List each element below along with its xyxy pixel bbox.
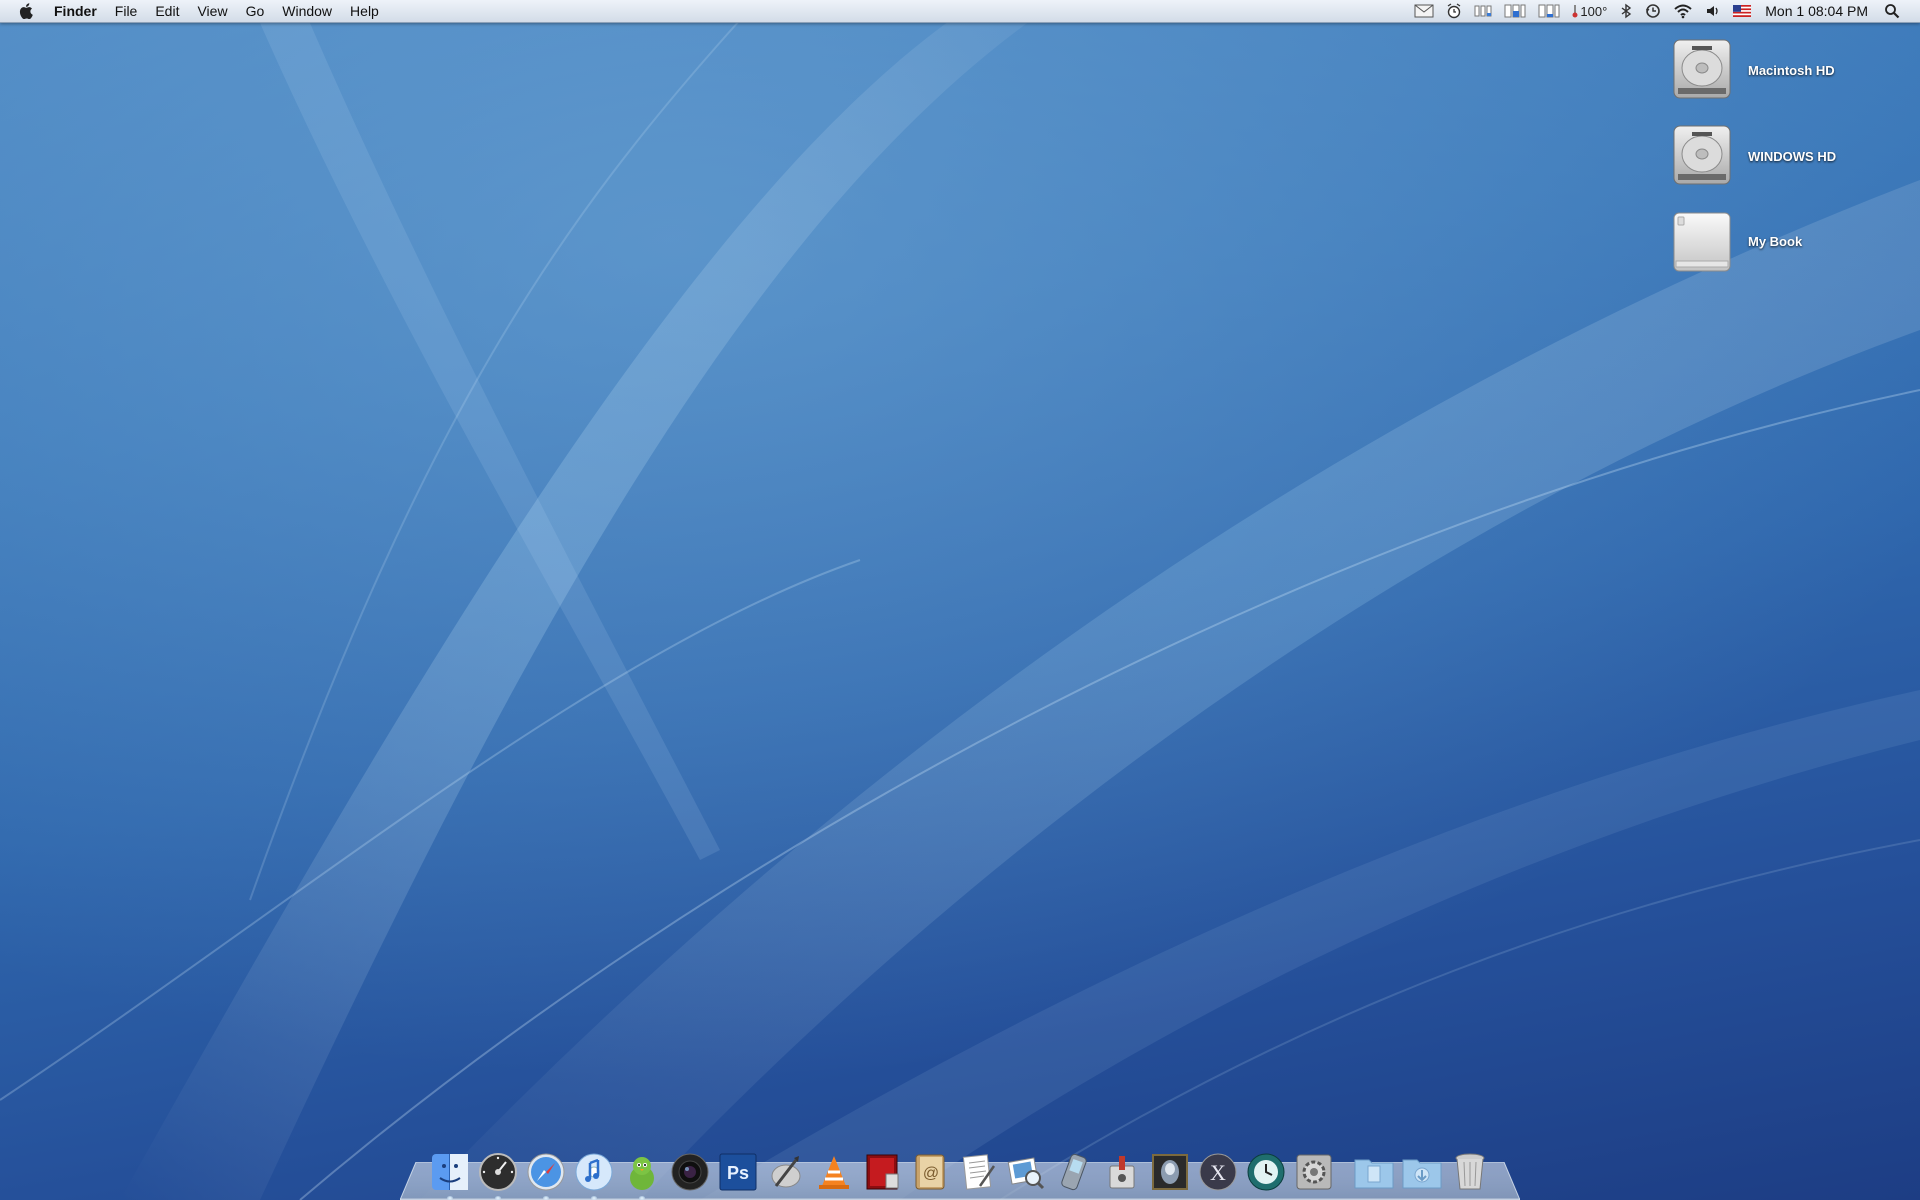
dock-separator	[1338, 1158, 1350, 1198]
hard-drive-icon	[1668, 32, 1736, 108]
aperture-icon	[670, 1152, 710, 1197]
dock-script-editor[interactable]	[762, 1150, 810, 1198]
dock-vlc[interactable]	[810, 1150, 858, 1198]
spotlight-icon[interactable]	[1878, 0, 1906, 22]
alarm-clock-icon[interactable]	[1440, 0, 1468, 22]
svg-text:Ps: Ps	[727, 1163, 749, 1183]
menu-window[interactable]: Window	[273, 0, 341, 22]
wallpaper	[0, 0, 1920, 1200]
safari-icon	[526, 1152, 566, 1197]
dock-dvd-player[interactable]	[858, 1150, 906, 1198]
menu-clock[interactable]: Mon 1 08:04 PM	[1757, 3, 1878, 19]
temperature-value: 100°	[1580, 3, 1608, 19]
iphone-config-icon	[1054, 1152, 1094, 1197]
dock: Ps @ X	[400, 1150, 1520, 1200]
photoshop-icon: Ps	[718, 1152, 758, 1197]
mail-icon[interactable]	[1408, 0, 1440, 22]
vlc-icon	[814, 1152, 854, 1197]
desktop-icon-macintosh-hd[interactable]: Macintosh HD	[1668, 32, 1835, 108]
dock-preview[interactable]	[1002, 1150, 1050, 1198]
mac-os-x-icon: X	[1198, 1152, 1238, 1197]
apple-icon[interactable]	[0, 0, 52, 22]
adium-icon	[622, 1152, 662, 1197]
textedit-icon	[958, 1152, 998, 1197]
address-book-icon: @	[910, 1152, 950, 1197]
cpu-meter-icon[interactable]	[1468, 0, 1498, 22]
time-machine-icon	[1246, 1152, 1286, 1197]
dock-itunes[interactable]	[570, 1150, 618, 1200]
running-indicator	[495, 1196, 501, 1200]
disk-meter-icon[interactable]	[1498, 0, 1532, 22]
desktop[interactable]: Finder File Edit View Go Window Help 100…	[0, 0, 1920, 1200]
desktop-icon-my-book[interactable]: My Book	[1668, 203, 1802, 279]
dock-utility[interactable]	[1098, 1150, 1146, 1198]
dashboard-icon	[478, 1152, 518, 1197]
menu-bar: Finder File Edit View Go Window Help 100…	[0, 0, 1920, 23]
running-indicator	[543, 1196, 549, 1200]
dock-textedit[interactable]	[954, 1150, 1002, 1198]
dock-photoshop[interactable]: Ps	[714, 1150, 762, 1198]
dock-finder[interactable]	[426, 1150, 474, 1200]
desktop-icon-windows-hd[interactable]: WINDOWS HD	[1668, 118, 1836, 194]
menu-app-name[interactable]: Finder	[52, 0, 106, 22]
external-drive-icon	[1668, 203, 1736, 279]
dvd-player-icon	[862, 1152, 902, 1197]
dock-downloads-stack[interactable]	[1398, 1150, 1446, 1198]
temperature-icon	[1572, 4, 1578, 18]
menu-file[interactable]: File	[106, 0, 147, 22]
dock-system-preferences[interactable]	[1290, 1150, 1338, 1198]
desktop-icon-label: Macintosh HD	[1748, 62, 1835, 78]
desktop-icon-label: WINDOWS HD	[1748, 148, 1837, 164]
dock-trash[interactable]	[1446, 1150, 1494, 1198]
game-icon	[1150, 1152, 1190, 1197]
time-machine-icon[interactable]	[1639, 0, 1667, 22]
running-indicator	[591, 1196, 597, 1200]
running-indicator	[639, 1196, 645, 1200]
menu-view[interactable]: View	[188, 0, 236, 22]
dock-mac-os-x[interactable]: X	[1194, 1150, 1242, 1198]
bluetooth-icon[interactable]	[1613, 0, 1639, 22]
svg-text:@: @	[923, 1165, 939, 1182]
dock-documents-stack[interactable]	[1350, 1150, 1398, 1198]
menu-edit[interactable]: Edit	[146, 0, 188, 22]
wifi-icon[interactable]	[1667, 0, 1699, 22]
documents-folder-icon	[1353, 1154, 1395, 1195]
finder-icon	[430, 1152, 470, 1197]
temperature-readout[interactable]: 100°	[1566, 0, 1613, 22]
svg-text:X: X	[1210, 1160, 1226, 1185]
network-meter-icon[interactable]	[1532, 0, 1566, 22]
dock-dashboard[interactable]	[474, 1150, 522, 1200]
dock-iphone-config[interactable]	[1050, 1150, 1098, 1198]
running-indicator	[447, 1196, 453, 1200]
trash-icon	[1452, 1152, 1488, 1197]
hard-drive-icon	[1668, 118, 1736, 194]
script-editor-icon	[766, 1152, 806, 1197]
preview-icon	[1006, 1152, 1046, 1197]
itunes-icon	[574, 1152, 614, 1197]
dock-adium[interactable]	[618, 1150, 666, 1200]
menu-help[interactable]: Help	[341, 0, 388, 22]
menu-go[interactable]: Go	[237, 0, 274, 22]
system-preferences-icon	[1294, 1152, 1334, 1197]
desktop-icon-label: My Book	[1748, 233, 1803, 249]
us-flag-icon[interactable]	[1727, 0, 1757, 22]
dock-game[interactable]	[1146, 1150, 1194, 1198]
dock-address-book[interactable]: @	[906, 1150, 954, 1198]
dock-safari[interactable]	[522, 1150, 570, 1200]
downloads-folder-icon	[1401, 1154, 1443, 1195]
dock-items: Ps @ X	[426, 1150, 1494, 1200]
dock-aperture[interactable]	[666, 1150, 714, 1198]
volume-icon[interactable]	[1699, 0, 1727, 22]
utility-icon	[1102, 1152, 1142, 1197]
dock-time-machine[interactable]	[1242, 1150, 1290, 1198]
